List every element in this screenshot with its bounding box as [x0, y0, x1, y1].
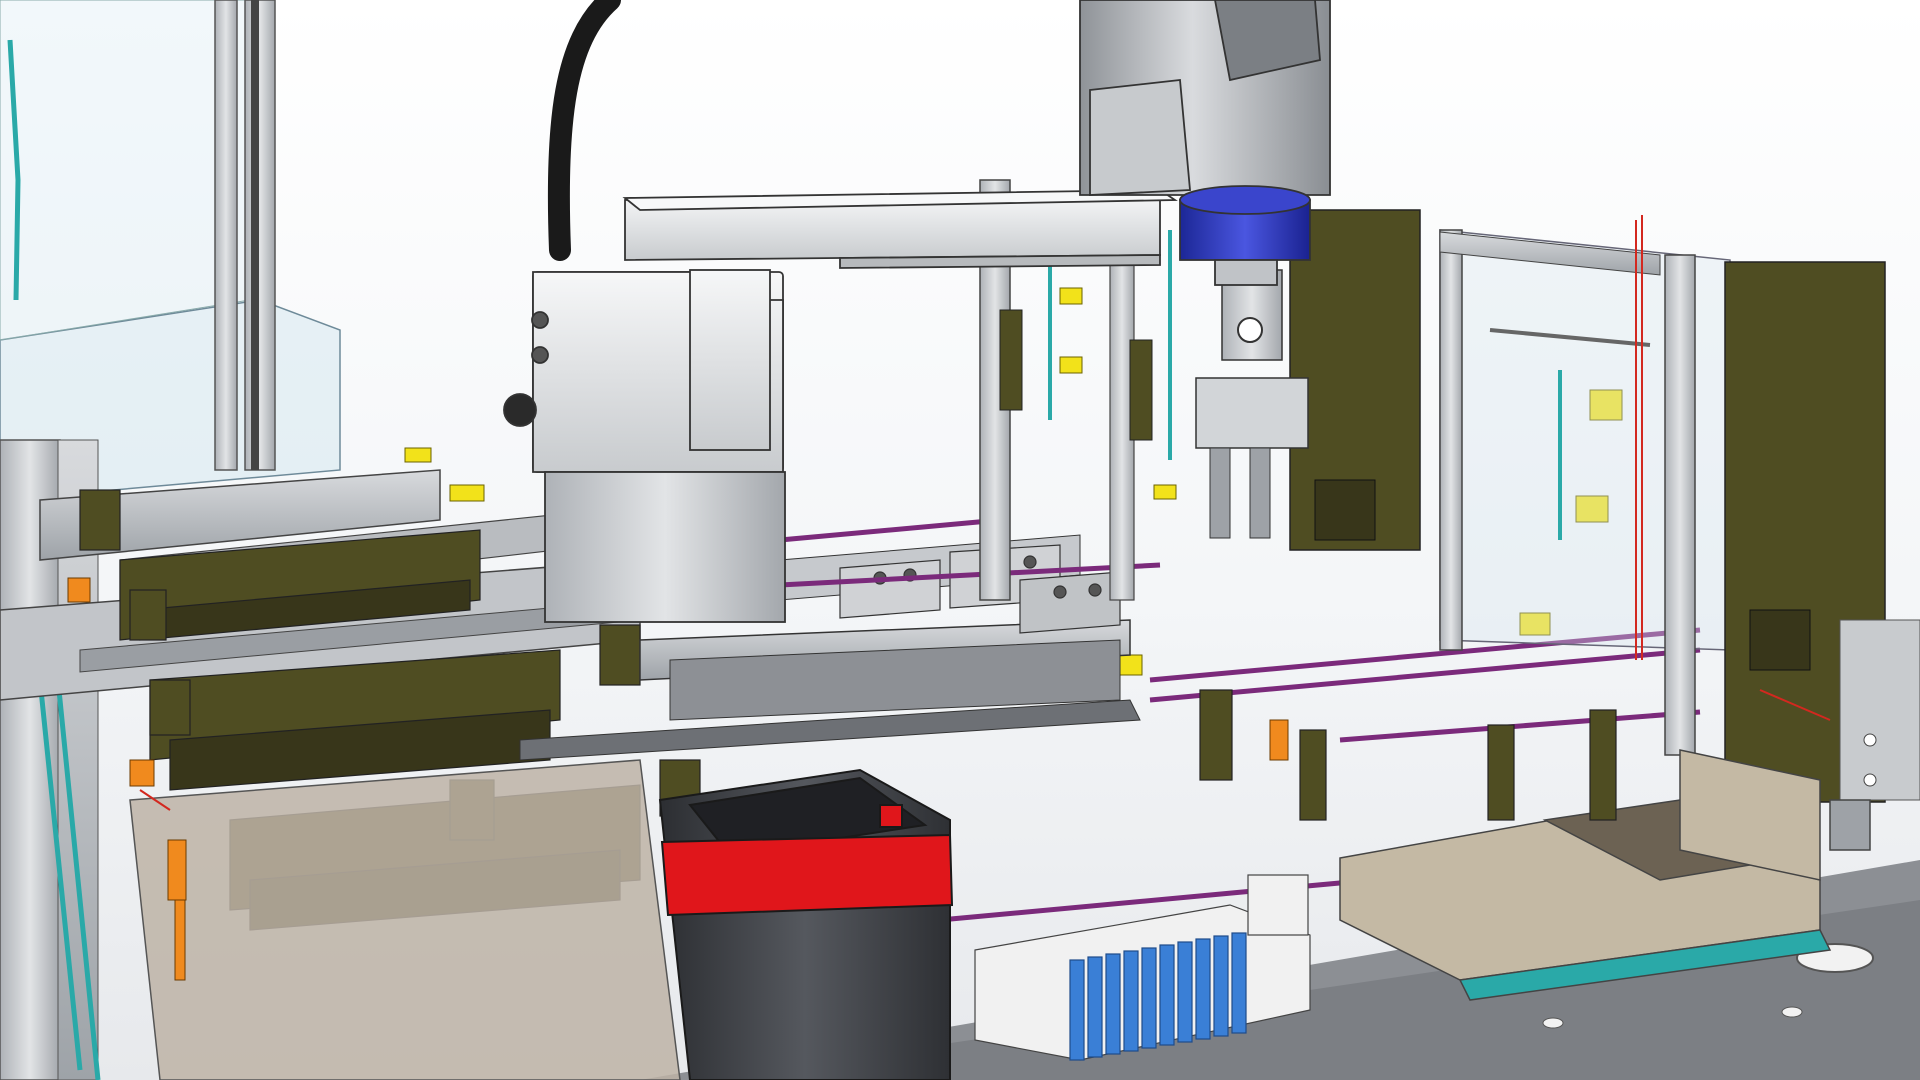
cad-viewport[interactable] [0, 0, 1920, 1080]
robot-cable [547, 0, 621, 261]
olive-brackets-right [1199, 689, 1617, 821]
parts-bin [658, 768, 954, 1080]
safety-guard-left [0, 0, 341, 501]
sheet-metal-plate [129, 759, 681, 1080]
cad-scene [0, 0, 1920, 1080]
frame-right [1439, 229, 1920, 803]
